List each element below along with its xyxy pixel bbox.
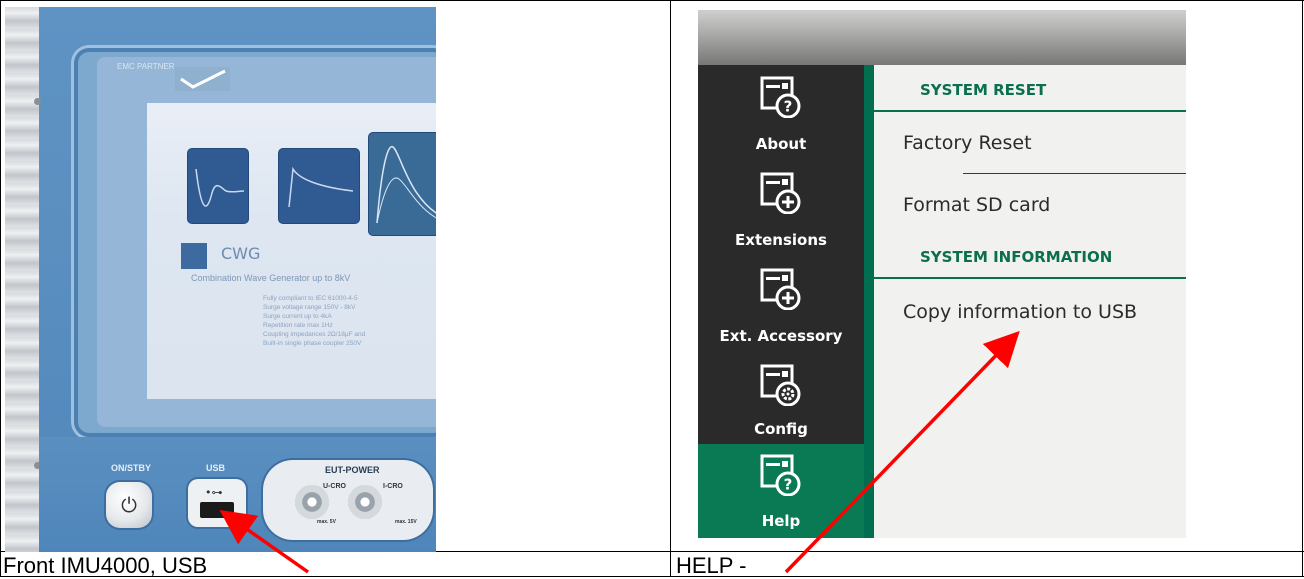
svg-text:?: ? xyxy=(784,98,793,116)
feature-line: Surge current up to 4kA xyxy=(263,313,332,320)
table-border-top xyxy=(0,0,1304,1)
waveform-thumb xyxy=(279,149,359,223)
feature-line: Surge voltage range 150V - 8kV xyxy=(263,304,356,311)
module-description: Combination Wave Generator up to 8kV xyxy=(191,273,351,283)
module-name: CWG xyxy=(221,244,261,263)
feature-line: Built-in single phase coupler 250V xyxy=(263,340,362,347)
gear-icon xyxy=(760,364,801,406)
sidebar-item-label: Help xyxy=(761,512,801,530)
section-rule xyxy=(874,110,1186,112)
sidebar-accent-bar xyxy=(864,65,874,538)
caption-right: HELP - xyxy=(676,553,747,578)
section-header-system-reset: SYSTEM RESET xyxy=(920,81,1047,99)
question-icon: ? xyxy=(760,76,801,118)
front-panel-photo: EMC PARTNER CWG Combination Wave Generat… xyxy=(5,7,436,552)
panel-screw xyxy=(34,98,41,105)
brand-logo-text: EMC PARTNER xyxy=(117,62,175,71)
section-header-system-information: SYSTEM INFORMATION xyxy=(920,248,1113,266)
rack-rail xyxy=(5,7,39,552)
table-border-right xyxy=(1302,0,1303,577)
i-cro-max: max. 15V xyxy=(395,519,417,525)
feature-line: Coupling impedances 2Ω/18µF and xyxy=(263,331,366,338)
sidebar-item-about[interactable]: ? About xyxy=(698,72,864,162)
copy-information-to-usb-item[interactable]: Copy information to USB xyxy=(903,301,1137,323)
svg-text:?: ? xyxy=(784,476,793,494)
sidebar-item-help[interactable]: ? Help xyxy=(698,444,864,538)
cwg-module-icon xyxy=(181,243,207,269)
usb-port xyxy=(200,502,234,518)
waveform-thumb-selected xyxy=(369,133,436,235)
sidebar-item-label: Ext. Accessory xyxy=(719,327,843,345)
document-table: EMC PARTNER CWG Combination Wave Generat… xyxy=(0,0,1304,578)
power-button: ⏻ xyxy=(106,482,152,528)
feature-line: Fully compliant to IEC 61000-4-5 xyxy=(263,295,358,302)
plus-icon xyxy=(760,268,801,310)
format-sd-card-item[interactable]: Format SD card xyxy=(903,194,1050,216)
sidebar-item-ext-accessory[interactable]: Ext. Accessory xyxy=(698,264,864,354)
eut-power-label: EUT-POWER xyxy=(325,465,380,475)
brand-logo-mark xyxy=(175,67,230,91)
question-icon: ? xyxy=(760,454,801,496)
factory-reset-item[interactable]: Factory Reset xyxy=(903,132,1032,154)
u-cro-label: U-CRO xyxy=(323,483,346,490)
feature-line: Repetition rate max 1Hz xyxy=(263,322,333,329)
help-screen-screenshot: ? About Extensions Ext. Accessory Config… xyxy=(698,10,1186,538)
sidebar-item-extensions[interactable]: Extensions xyxy=(698,168,864,258)
item-divider xyxy=(963,173,1186,174)
section-rule xyxy=(874,277,1186,279)
waveform-thumb xyxy=(188,149,248,223)
power-label: ON/STBY xyxy=(111,463,152,473)
table-border-middle xyxy=(670,0,671,577)
u-cro-connector xyxy=(295,485,329,519)
usb-label: USB xyxy=(206,463,226,473)
u-cro-max: max. 5V xyxy=(317,519,336,525)
i-cro-connector xyxy=(348,485,382,519)
sidebar-item-config[interactable]: Config xyxy=(698,360,864,444)
i-cro-label: I-CRO xyxy=(383,483,403,490)
sidebar-item-label: Config xyxy=(754,420,808,438)
table-border-left xyxy=(0,0,1,577)
plus-icon xyxy=(760,172,801,214)
sidebar-item-label: About xyxy=(755,135,807,153)
caption-left: Front IMU4000, USB xyxy=(3,553,208,578)
sidebar-item-label: Extensions xyxy=(735,231,827,249)
usb-icon: •⊶ xyxy=(205,486,223,499)
title-bar xyxy=(698,10,1186,65)
